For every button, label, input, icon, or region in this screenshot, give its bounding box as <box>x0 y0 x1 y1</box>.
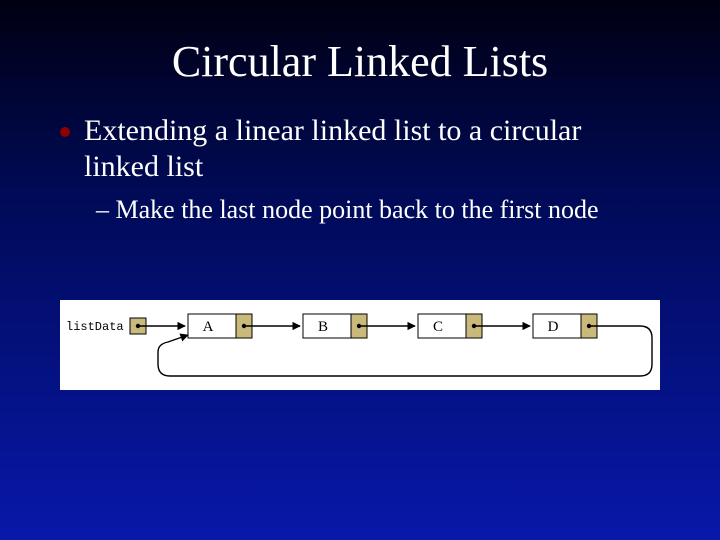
slide-title: Circular Linked Lists <box>0 0 720 87</box>
svg-text:B: B <box>318 319 328 335</box>
bullet-item: Extending a linear linked list to a circ… <box>60 113 660 185</box>
node-d: D <box>533 314 597 338</box>
svg-text:D: D <box>548 319 559 335</box>
bullet-text: Extending a linear linked list to a circ… <box>84 113 660 185</box>
node-b: B <box>303 314 367 338</box>
node-c: C <box>418 314 482 338</box>
bullet-dot-icon <box>60 127 70 137</box>
slide: Circular Linked Lists Extending a linear… <box>0 0 720 540</box>
sub-bullet-item: – Make the last node point back to the f… <box>60 185 660 225</box>
sub-bullet-text: Make the last node point back to the fir… <box>116 195 599 224</box>
linked-list-diagram: listData A B <box>60 300 660 390</box>
sub-bullet-prefix: – <box>96 195 116 224</box>
node-a: A <box>188 314 252 338</box>
svg-text:A: A <box>203 319 214 335</box>
svg-text:C: C <box>433 319 443 335</box>
slide-body: Extending a linear linked list to a circ… <box>0 87 720 225</box>
head-label: listData <box>66 320 124 334</box>
